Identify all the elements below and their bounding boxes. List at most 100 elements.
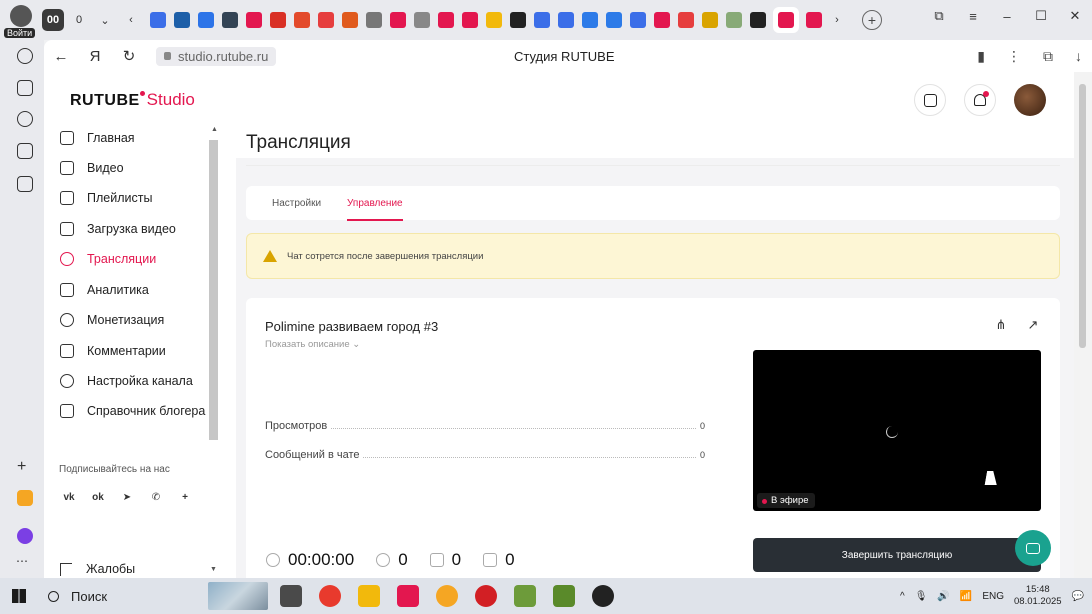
tab-list-chevron-icon[interactable]: ⌄ <box>94 9 116 31</box>
tab-count-button[interactable]: 00 <box>42 9 64 31</box>
file-explorer-icon[interactable] <box>358 585 380 607</box>
language-indicator[interactable]: ENG <box>982 591 1004 602</box>
pinned-tab[interactable] <box>654 12 670 28</box>
notifications-tray-icon[interactable]: 💬 <box>1072 591 1084 602</box>
share-icon[interactable]: ⋔ <box>994 317 1008 332</box>
yandex-app-icon[interactable] <box>319 585 341 607</box>
scroll-up-icon[interactable]: ▲ <box>211 126 218 133</box>
page-scroll-thumb[interactable] <box>1079 84 1086 348</box>
sidebar-item-upload[interactable]: Загрузка видео <box>60 219 176 239</box>
tab-management[interactable]: Управление <box>347 198 403 221</box>
pinned-tab[interactable] <box>150 12 166 28</box>
pinned-tab[interactable] <box>806 12 822 28</box>
video-player[interactable]: В эфире <box>753 350 1041 511</box>
chrome-icon[interactable] <box>436 585 458 607</box>
extensions-icon[interactable]: ⧉ <box>1043 48 1053 65</box>
tabs-scroll-left-icon[interactable]: ‹ <box>120 9 142 31</box>
collections-panel-icon[interactable] <box>17 80 33 96</box>
back-icon[interactable]: ← <box>44 48 78 65</box>
sidebar-item-blogger-guide[interactable]: Справочник блогера <box>60 401 205 421</box>
pinned-tab[interactable] <box>678 12 694 28</box>
show-description-toggle[interactable]: Показать описание ⌄ <box>265 339 360 350</box>
pinned-tab[interactable] <box>462 12 478 28</box>
screenshot-icon[interactable] <box>17 176 33 192</box>
pinned-tab[interactable] <box>222 12 238 28</box>
minecraft-launcher-icon[interactable] <box>553 585 575 607</box>
scroll-down-icon[interactable]: ▼ <box>210 566 217 573</box>
sidebar-item-home[interactable]: Главная <box>60 128 135 148</box>
sidebar-item-comments[interactable]: Комментарии <box>60 341 166 361</box>
start-button[interactable] <box>0 578 38 614</box>
create-button[interactable] <box>914 84 946 116</box>
user-avatar[interactable] <box>1014 84 1046 116</box>
microphone-icon[interactable]: 🎙 <box>915 591 928 602</box>
reload-icon[interactable]: ↻ <box>112 47 146 65</box>
sidebar-item-complaints[interactable]: Жалобы <box>60 562 135 576</box>
sidebar-scroll-thumb[interactable] <box>209 140 218 440</box>
pinned-tab[interactable] <box>510 12 526 28</box>
pinned-tab[interactable] <box>174 12 190 28</box>
search-highlight-image[interactable] <box>208 582 268 610</box>
maximize-icon[interactable]: ☐ <box>1024 8 1058 24</box>
support-chat-button[interactable] <box>1015 530 1051 566</box>
alice-icon[interactable] <box>17 528 33 544</box>
active-tab-rutube-studio[interactable] <box>773 7 799 33</box>
vk-icon[interactable]: vk <box>60 488 78 506</box>
pinned-tab[interactable] <box>726 12 742 28</box>
opera-icon[interactable] <box>475 585 497 607</box>
url-field[interactable]: studio.rutube.ru <box>156 46 277 66</box>
page-scrollbar[interactable] <box>1074 72 1092 578</box>
pinned-tab[interactable] <box>582 12 598 28</box>
yandex-home-icon[interactable]: Я <box>78 48 112 65</box>
pinned-tab[interactable] <box>246 12 262 28</box>
tray-expand-icon[interactable]: ^ <box>900 591 905 602</box>
tabs-scroll-right-icon[interactable]: › <box>826 9 848 31</box>
collections-icon[interactable]: ⧉ <box>922 8 956 24</box>
mail-icon[interactable] <box>17 490 33 506</box>
tab-settings[interactable]: Настройки <box>272 198 321 209</box>
more-social-icon[interactable]: + <box>176 488 194 506</box>
minimize-icon[interactable]: – <box>990 9 1024 24</box>
telegram-icon[interactable]: ➤ <box>118 488 136 506</box>
pinned-tab[interactable] <box>390 12 406 28</box>
sidebar-scrollbar[interactable]: ▲ <box>208 124 220 446</box>
pinned-tab[interactable] <box>486 12 502 28</box>
taskbar-clock[interactable]: 15:48 08.01.2025 <box>1014 584 1062 608</box>
sidebar-item-video[interactable]: Видео <box>60 158 124 178</box>
minecraft-icon[interactable] <box>514 585 536 607</box>
pinned-tab[interactable] <box>414 12 430 28</box>
notifications-button[interactable] <box>964 84 996 116</box>
pinned-tab[interactable] <box>270 12 286 28</box>
pinned-tab[interactable] <box>630 12 646 28</box>
yandex-browser-icon[interactable] <box>397 585 419 607</box>
tab-group-count[interactable]: 0 <box>68 9 90 31</box>
pinned-tab[interactable] <box>438 12 454 28</box>
history-icon[interactable] <box>17 48 33 64</box>
sidebar-item-channel-settings[interactable]: Настройка канала <box>60 371 193 391</box>
pinned-tab[interactable] <box>534 12 550 28</box>
pinned-tab[interactable] <box>366 12 382 28</box>
bookmark-icon[interactable]: ▮ <box>977 48 985 65</box>
task-view-icon[interactable] <box>280 585 302 607</box>
pinned-tab[interactable] <box>198 12 214 28</box>
downloads-icon[interactable]: ↓ <box>1075 48 1082 65</box>
menu-icon[interactable]: ≡ <box>956 9 990 24</box>
sidebar-item-analytics[interactable]: Аналитика <box>60 280 149 300</box>
viber-icon[interactable]: ✆ <box>147 488 165 506</box>
pinned-tab[interactable] <box>342 12 358 28</box>
sidebar-item-broadcasts[interactable]: Трансляции <box>60 249 156 269</box>
address-menu-icon[interactable]: ⋮ <box>1007 48 1021 65</box>
end-broadcast-button[interactable]: Завершить трансляцию <box>753 538 1041 572</box>
pinned-tab[interactable] <box>318 12 334 28</box>
more-apps-icon[interactable]: ⋯ <box>16 554 28 568</box>
pinned-tab[interactable] <box>606 12 622 28</box>
close-window-icon[interactable]: ✕ <box>1058 8 1092 24</box>
calendar-icon[interactable] <box>17 143 33 159</box>
open-external-icon[interactable]: ↗ <box>1026 317 1040 332</box>
taskbar-search[interactable]: Поиск <box>38 589 208 604</box>
pinned-tab[interactable] <box>558 12 574 28</box>
browser-profile-button[interactable]: Войти <box>0 0 42 40</box>
sidebar-item-playlists[interactable]: Плейлисты <box>60 188 152 208</box>
pinned-tab[interactable] <box>294 12 310 28</box>
obs-icon[interactable] <box>592 585 614 607</box>
